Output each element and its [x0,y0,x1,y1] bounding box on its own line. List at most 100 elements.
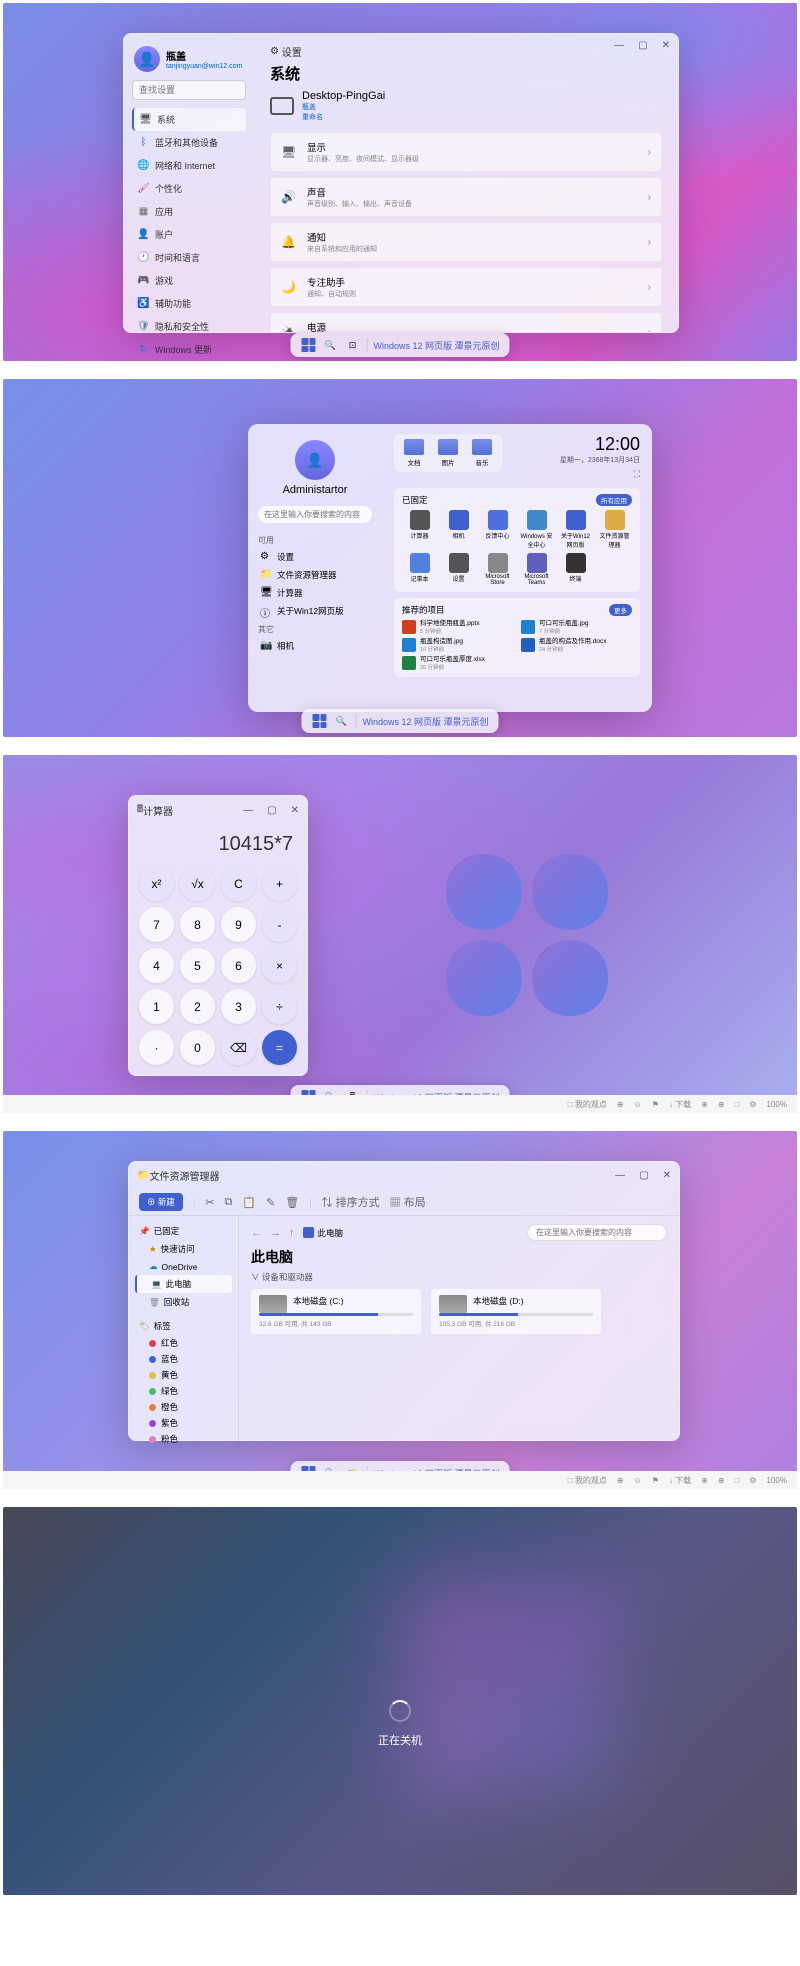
pc-link-user[interactable]: 瓶盖 [302,102,385,112]
maximize-button[interactable]: ▢ [267,805,276,816]
tag-item[interactable]: 粉色 [135,1431,232,1447]
settings-card[interactable]: 🔊声音声音级别、输入、输出、声音设备› [270,177,662,217]
pinned-app[interactable]: Windows 安全中心 [519,510,554,549]
sort-button[interactable]: ⇅ 排序方式 [322,1194,380,1210]
browser-control[interactable]: ⊕ [617,1476,624,1485]
calc-button-1[interactable]: 1 [139,989,174,1024]
browser-control[interactable]: ⚑ [652,1476,659,1485]
browser-control[interactable]: ↓ 下载 [669,1475,691,1486]
search-icon[interactable]: 🔍 [333,713,349,729]
recommended-item[interactable]: 可口可乐瓶盖.jpg7 分钟前 [521,620,632,635]
tag-item[interactable]: 红色 [135,1335,232,1351]
start-app-item[interactable]: 🖥计算器 [258,584,372,602]
maximize-button[interactable]: ▢ [638,40,647,51]
browser-control[interactable]: □ 我的观点 [568,1475,607,1486]
more-button[interactable]: 更多 [609,604,632,616]
start-button[interactable] [300,337,316,353]
start-app-item[interactable]: ⚙设置 [258,548,372,566]
calc-button-6[interactable]: 6 [221,948,256,983]
browser-control[interactable]: □ [735,1476,740,1485]
pc-link-rename[interactable]: 重命名 [302,112,385,122]
browser-control[interactable]: ⚙ [749,1476,756,1485]
settings-nav-item[interactable]: ▦应用 [132,200,246,223]
up-button[interactable]: ↑ [289,1227,295,1239]
calc-button-C[interactable]: C [221,866,256,901]
browser-control[interactable]: □ 我的观点 [568,1099,607,1110]
browser-control[interactable]: ⚑ [652,1100,659,1109]
tag-item[interactable]: 黄色 [135,1367,232,1383]
browser-control[interactable]: ⊕ [617,1100,624,1109]
tag-item[interactable]: 紫色 [135,1415,232,1431]
calc-button-√x[interactable]: √x [180,866,215,901]
calc-button-+[interactable]: + [262,866,297,901]
task-icon[interactable]: ⊡ [344,337,360,353]
folder-item[interactable]: 音乐 [467,439,497,467]
fullscreen-icon[interactable]: ⛶ [560,469,640,480]
browser-control[interactable]: ⊕ [718,1476,725,1485]
sidebar-item[interactable]: ★快速访问 [135,1240,232,1258]
calc-button-3[interactable]: 3 [221,989,256,1024]
browser-control[interactable]: ☺ [634,1100,642,1109]
minimize-button[interactable]: — [615,1170,625,1181]
pinned-app[interactable]: 反馈中心 [480,510,515,549]
browser-control[interactable]: ⊕ [718,1100,725,1109]
calc-button-0[interactable]: 0 [180,1030,215,1065]
settings-nav-item[interactable]: ᛒ蓝牙和其他设备 [132,131,246,154]
user-profile[interactable]: 👤 瓶盖 tanjingyuan@win12.com [132,42,246,80]
all-apps-button[interactable]: 所有应用 [596,494,632,506]
folder-item[interactable]: 图片 [433,439,463,467]
pinned-app[interactable]: 计算器 [402,510,437,549]
start-search-input[interactable] [258,506,372,523]
pinned-app[interactable]: 相机 [441,510,476,549]
start-app-item[interactable]: 📷相机 [258,637,372,655]
paste-icon[interactable]: 📋 [242,1196,256,1209]
browser-control[interactable]: 100% [767,1100,787,1109]
calc-button--[interactable]: - [262,907,297,942]
search-icon[interactable]: 🔍 [322,337,338,353]
sidebar-group-pinned[interactable]: 📌已固定 [135,1222,232,1240]
browser-control[interactable]: □ [735,1100,740,1109]
pinned-app[interactable]: 文件资源管理器 [597,510,632,549]
calc-button-×[interactable]: × [262,948,297,983]
settings-nav-item[interactable]: 🖥系统 [132,108,246,131]
settings-card[interactable]: 🔔通知来自系统和应用的通知› [270,222,662,262]
settings-nav-item[interactable]: 🌐网络和 Internet [132,154,246,177]
start-button[interactable] [311,713,327,729]
back-button[interactable]: ← [251,1227,262,1239]
new-button[interactable]: ⊕ 新建 [139,1193,183,1211]
minimize-button[interactable]: — [243,805,253,816]
browser-control[interactable]: ⚙ [749,1100,756,1109]
recommended-item[interactable]: 可口可乐瓶盖厚度.xlsx35 分钟前 [402,656,513,671]
recommended-item[interactable]: 瓶盖的构造及作用.docx24 分钟前 [521,638,632,653]
tag-item[interactable]: 橙色 [135,1399,232,1415]
recommended-item[interactable]: 科学地使用瓶盖.pptx5 分钟前 [402,620,513,635]
copy-icon[interactable]: ⧉ [224,1196,232,1209]
calc-button-·[interactable]: · [139,1030,174,1065]
browser-control[interactable]: ↓ 下载 [669,1099,691,1110]
cut-icon[interactable]: ✂ [205,1196,214,1209]
settings-nav-item[interactable]: 🛡隐私和安全性 [132,315,246,338]
calc-button-=[interactable]: = [262,1030,297,1065]
pinned-app[interactable]: 终端 [558,553,593,586]
close-button[interactable]: ✕ [291,805,299,816]
section-devices[interactable]: ∨ 设备和驱动器 [251,1271,667,1283]
sidebar-item[interactable]: ☁OneDrive [135,1258,232,1275]
browser-control[interactable]: 100% [767,1476,787,1485]
pinned-app[interactable]: 关于Win12 网页版 [558,510,593,549]
calc-button-x²[interactable]: x² [139,866,174,901]
pinned-app[interactable]: Microsoft Store [480,553,515,586]
sidebar-group-tags[interactable]: 🏷标签 [135,1317,232,1335]
rename-icon[interactable]: ✎ [266,1196,275,1209]
calc-button-5[interactable]: 5 [180,948,215,983]
settings-nav-item[interactable]: 🕐时间和语言 [132,246,246,269]
calc-button-2[interactable]: 2 [180,989,215,1024]
pinned-app[interactable]: Microsoft Teams [519,553,554,586]
settings-card[interactable]: 🔌电源睡眠、电池使用、节能模式› [270,312,662,332]
settings-nav-item[interactable]: ♿辅助功能 [132,292,246,315]
drive-item[interactable]: 本地磁盘 (D:)105.3 GB 可用, 共 216 GB [431,1289,601,1334]
start-app-item[interactable]: ⓘ关于Win12网页版 [258,602,372,620]
close-button[interactable]: ✕ [663,1170,671,1181]
settings-nav-item[interactable]: 🖌个性化 [132,177,246,200]
pinned-app[interactable]: 记事本 [402,553,437,586]
settings-card[interactable]: 🌙专注助手通知、自动规则› [270,267,662,307]
